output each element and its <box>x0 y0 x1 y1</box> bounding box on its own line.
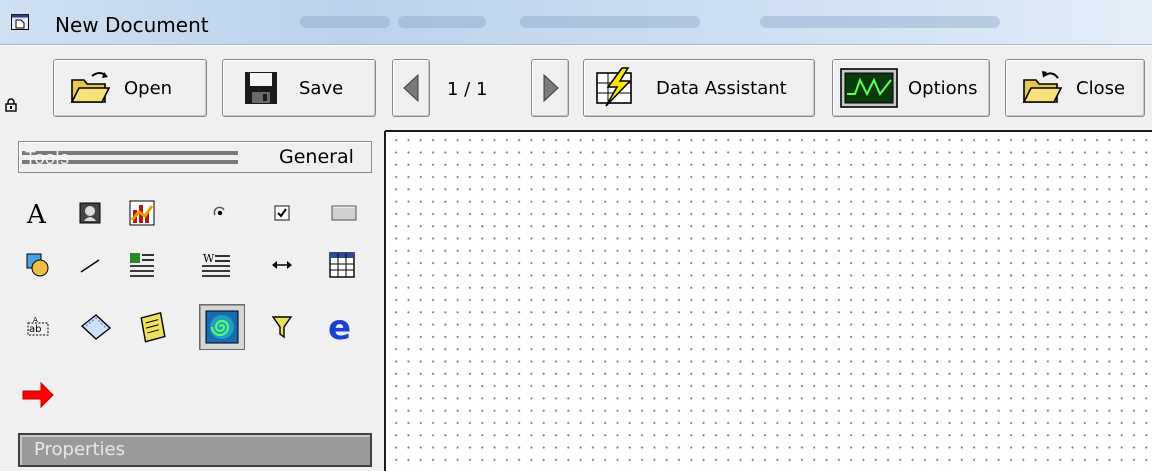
dimension-tool-icon[interactable] <box>262 245 302 285</box>
open-label: Open <box>124 78 173 99</box>
options-label: Options <box>908 78 978 99</box>
svg-text:A: A <box>33 316 38 324</box>
button-tool-icon[interactable] <box>324 193 364 233</box>
checkbox-tool-icon[interactable] <box>262 193 302 233</box>
triangle-right-icon <box>543 74 559 102</box>
filter-tool-icon[interactable] <box>262 307 302 347</box>
image-tool-icon[interactable] <box>70 193 110 233</box>
save-button[interactable]: Save <box>222 59 376 117</box>
svg-text:e: e <box>328 311 351 343</box>
options-button[interactable]: Options <box>832 59 990 117</box>
lightning-bolt-icon <box>596 67 632 107</box>
eraser-tool-icon[interactable] <box>76 307 116 347</box>
lock-icon[interactable] <box>4 98 18 112</box>
close-label: Close <box>1076 78 1126 99</box>
close-button[interactable]: Close <box>1005 59 1145 117</box>
shape-tool-icon[interactable] <box>18 245 58 285</box>
triangle-left-icon <box>403 74 419 102</box>
swirl-tool-icon[interactable] <box>199 304 245 350</box>
blurred-text <box>760 16 1000 28</box>
svg-text:ab: ab <box>29 324 41 335</box>
save-label: Save <box>299 78 344 99</box>
page-indicator: 1 / 1 <box>447 79 488 100</box>
scroll-tool-icon[interactable] <box>134 307 174 347</box>
tools-header-label: Tools <box>25 148 70 168</box>
text-tool-icon[interactable]: A <box>18 193 58 233</box>
field-tool-icon[interactable]: ab A <box>18 307 58 347</box>
floppy-disk-icon <box>245 72 277 104</box>
arrow-tool-icon[interactable] <box>18 375 58 415</box>
properties-panel-header[interactable]: Properties <box>18 433 372 467</box>
tools-panel-header[interactable]: Tools General <box>18 141 372 173</box>
window-title: New Document <box>55 13 209 37</box>
svg-text:W: W <box>203 252 215 265</box>
tools-panel: Tools General A W ab A e Properties <box>0 131 386 471</box>
previous-page-button[interactable] <box>392 59 430 117</box>
design-canvas[interactable] <box>386 132 1152 471</box>
main-toolbar: Open Save 1 / 1 Data Assistant Options C… <box>0 45 1152 132</box>
open-button[interactable]: Open <box>53 59 207 117</box>
oscilloscope-icon <box>840 68 898 108</box>
next-page-button[interactable] <box>531 59 569 117</box>
document-app-icon <box>11 14 29 30</box>
grid-tool-icon[interactable] <box>322 245 362 285</box>
line-tool-icon[interactable] <box>70 245 110 285</box>
blurred-text <box>300 16 390 28</box>
web-browser-tool-icon[interactable]: e <box>322 307 362 347</box>
radio-button-tool-icon[interactable] <box>200 193 240 233</box>
blurred-text <box>520 16 700 28</box>
close-folder-icon <box>1022 71 1063 103</box>
properties-label: Properties <box>34 439 125 460</box>
word-tool-icon[interactable]: W <box>196 245 236 285</box>
table-text-tool-icon[interactable] <box>122 245 162 285</box>
svg-text:A: A <box>26 200 47 227</box>
tab-general[interactable]: General <box>279 146 354 168</box>
data-assistant-label: Data Assistant <box>656 78 787 99</box>
title-bar: New Document <box>0 0 1152 45</box>
chart-tool-icon[interactable] <box>122 193 162 233</box>
open-folder-icon <box>70 72 111 103</box>
blurred-text <box>398 16 486 28</box>
data-assistant-button[interactable]: Data Assistant <box>583 59 815 117</box>
